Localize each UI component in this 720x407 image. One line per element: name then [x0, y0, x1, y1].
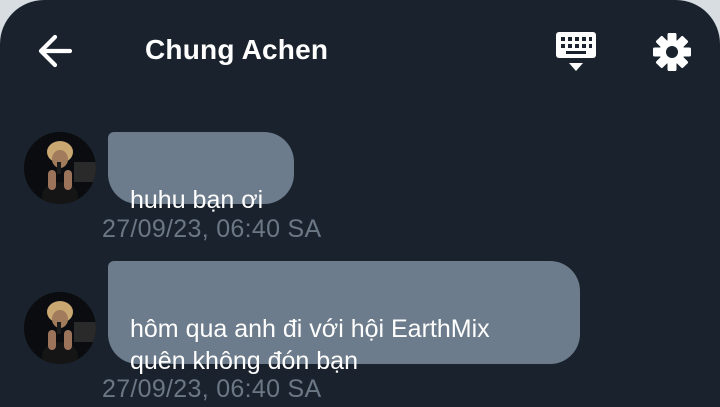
message-timestamp: 27/09/23, 06:40 SA: [102, 375, 322, 403]
avatar-image: [24, 132, 96, 204]
avatar[interactable]: [24, 132, 96, 204]
arrow-left-icon: [38, 34, 73, 68]
message-text: hôm qua anh đi với hội EarthMix quên khô…: [130, 315, 490, 375]
back-button[interactable]: [34, 31, 76, 71]
chat-header: Chung Achen: [0, 0, 720, 100]
message-bubble[interactable]: huhu bạn ơi: [108, 132, 294, 214]
gear-icon: [653, 33, 691, 71]
message-timestamp: 27/09/23, 06:40 SA: [102, 215, 322, 243]
keyboard-button[interactable]: [552, 28, 600, 76]
chat-screen: Chung Achen huhu bạn ơi 27/09/23, 06:40 …: [0, 0, 720, 407]
message-bubble[interactable]: hôm qua anh đi với hội EarthMix quên khô…: [108, 261, 580, 375]
chat-title: Chung Achen: [145, 34, 329, 65]
avatar[interactable]: [24, 292, 96, 364]
keyboard-icon: [556, 32, 596, 71]
message-text: huhu bạn ơi: [130, 186, 264, 214]
avatar-image: [24, 292, 96, 364]
settings-button[interactable]: [648, 28, 696, 76]
